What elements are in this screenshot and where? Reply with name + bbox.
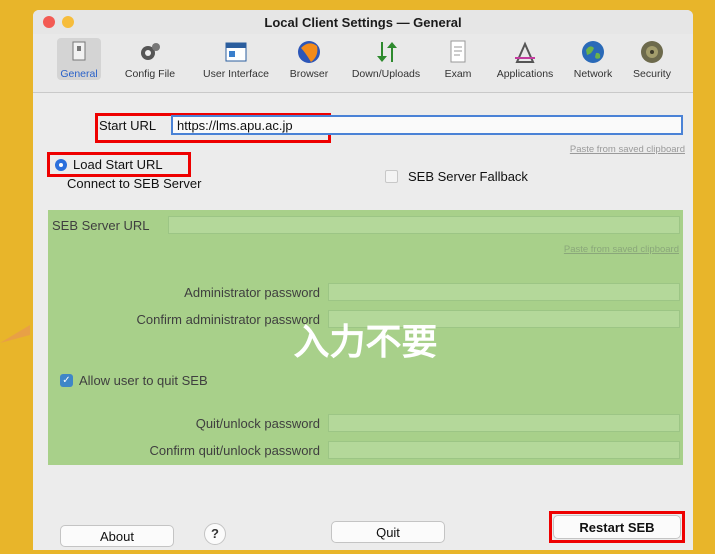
user-interface-icon	[225, 42, 247, 62]
tab-label: General	[60, 68, 98, 80]
checkbox-unchecked-icon	[385, 170, 398, 183]
tab-applications[interactable]: Applications	[491, 38, 559, 80]
pointer-arrow-top	[390, 0, 406, 10]
window-title: Local Client Settings — General	[264, 15, 462, 30]
tab-label: Browser	[289, 68, 329, 80]
tab-general[interactable]: General	[57, 38, 101, 80]
tab-label: Config File	[124, 68, 176, 80]
tab-label: User Interface	[203, 68, 269, 80]
network-icon	[582, 41, 604, 63]
admin-password-label: Administrator password	[184, 285, 320, 300]
config-file-icon	[141, 43, 160, 60]
seb-server-url-label: SEB Server URL	[52, 218, 150, 233]
quit-button[interactable]: Quit	[331, 521, 445, 543]
title-bar: Local Client Settings — General	[33, 10, 693, 388]
allow-quit-checkbox[interactable]: ✓ Allow user to quit SEB	[60, 373, 208, 388]
tab-network[interactable]: Network	[568, 38, 618, 80]
allow-quit-label: Allow user to quit SEB	[79, 373, 208, 388]
checkmark-icon: ✓	[60, 374, 73, 387]
about-button[interactable]: About	[60, 525, 174, 547]
connect-seb-server-radio[interactable]: Connect to SEB Server	[67, 176, 201, 191]
tab-label: Down/Uploads	[351, 68, 421, 80]
tab-config-file[interactable]: Config File	[121, 38, 179, 80]
tab-browser[interactable]: Browser	[287, 38, 331, 80]
seb-server-url-input[interactable]	[168, 216, 680, 234]
server-settings-overlay: SEB Server URL Paste from saved clipboar…	[48, 210, 683, 465]
confirm-quit-password-label: Confirm quit/unlock password	[149, 443, 320, 458]
paste-from-clipboard-link-server[interactable]: Paste from saved clipboard	[564, 244, 679, 255]
confirm-quit-password-input[interactable]	[328, 441, 680, 459]
load-start-url-radio[interactable]: Load Start URL	[55, 157, 163, 172]
down-uploads-icon	[377, 42, 397, 62]
load-start-url-label: Load Start URL	[73, 157, 163, 172]
preferences-toolbar: General Config File User Interface Brows…	[33, 34, 693, 93]
tab-label: Applications	[496, 68, 554, 80]
tab-label: Security	[633, 68, 671, 80]
radio-selected-icon	[55, 158, 67, 171]
restart-seb-button[interactable]: Restart SEB	[553, 515, 681, 539]
tab-exam[interactable]: Exam	[441, 38, 475, 80]
quit-password-label: Quit/unlock password	[195, 416, 320, 431]
quit-password-input[interactable]	[328, 414, 680, 432]
applications-icon	[515, 41, 535, 63]
tab-label: Exam	[444, 68, 472, 80]
settings-window: Local Client Settings — General General …	[33, 10, 693, 550]
tab-down-uploads[interactable]: Down/Uploads	[345, 38, 427, 80]
start-url-input[interactable]	[171, 115, 683, 135]
paste-from-clipboard-link[interactable]: Paste from saved clipboard	[570, 144, 685, 155]
general-pane: Start URL Paste from saved clipboard Loa…	[33, 93, 693, 550]
no-input-required-note: 入力不要	[293, 321, 438, 362]
admin-password-input[interactable]	[328, 283, 680, 301]
exam-icon	[450, 40, 466, 63]
tab-label: Network	[573, 68, 613, 80]
tab-user-interface[interactable]: User Interface	[195, 38, 277, 80]
general-icon	[72, 41, 86, 61]
seb-server-fallback-label: SEB Server Fallback	[408, 169, 528, 184]
help-button[interactable]: ?	[204, 523, 226, 545]
security-icon	[641, 41, 663, 63]
start-url-label: Start URL	[99, 118, 157, 133]
seb-server-fallback-checkbox[interactable]: SEB Server Fallback	[385, 169, 528, 184]
pointer-arrow-left	[0, 325, 30, 343]
browser-icon	[298, 41, 320, 63]
tab-security[interactable]: Security	[627, 38, 677, 80]
